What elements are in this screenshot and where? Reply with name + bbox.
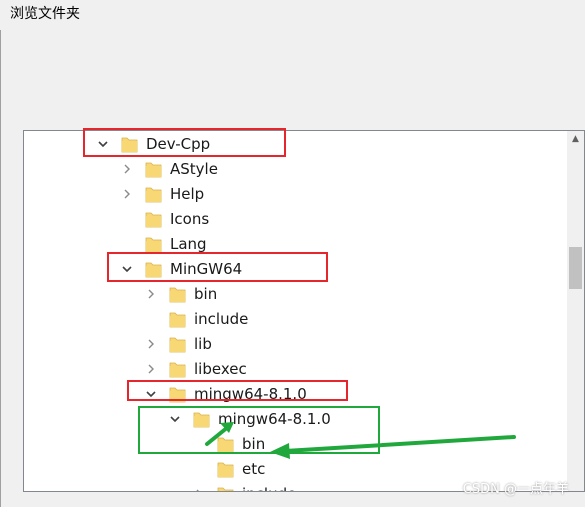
arrow-head-2	[270, 443, 290, 459]
annotation-arrows	[205, 422, 516, 459]
watermark: CSDN @一点年羊	[462, 482, 569, 497]
